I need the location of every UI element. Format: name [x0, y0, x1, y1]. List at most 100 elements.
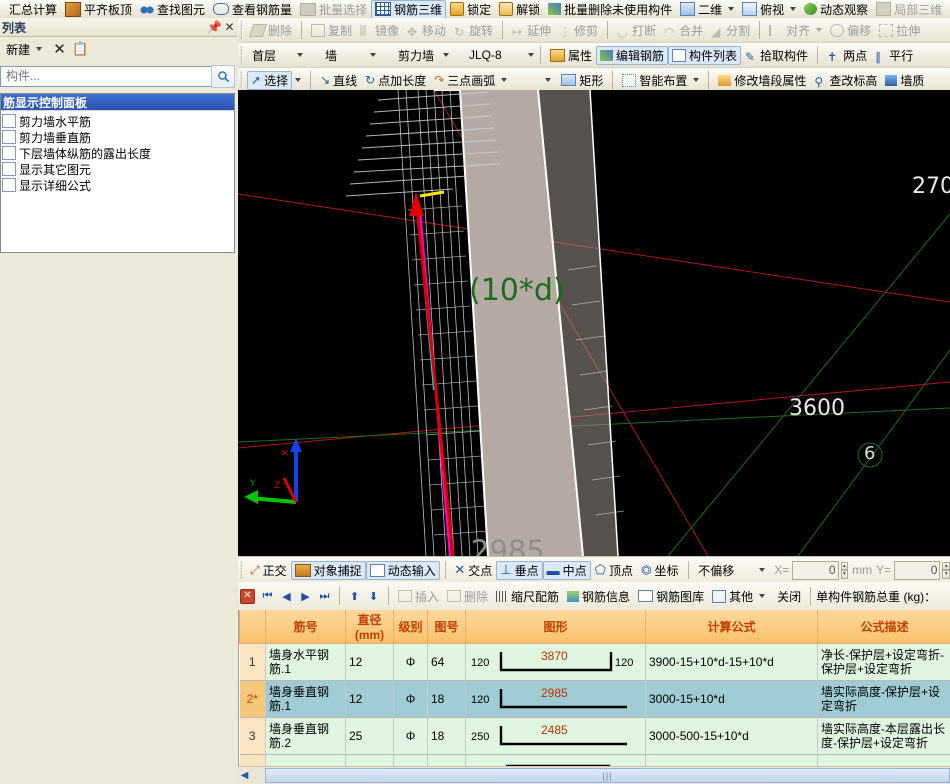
snap-ortho[interactable]: ⤢ 正交	[246, 561, 291, 580]
row-grade[interactable]: Φ	[394, 644, 428, 681]
edit-wall-segment-button[interactable]: 修改墙段属性	[714, 71, 810, 90]
col-header-formula[interactable]: 计算公式	[646, 610, 818, 644]
menu-item-0[interactable]: 汇总计算	[0, 0, 61, 18]
row-description[interactable]: 净长-保护层+设定弯折-保护层+设定弯折	[818, 644, 950, 681]
snap-intersection[interactable]: ✕ 交点	[450, 561, 496, 580]
x-spinner[interactable]: ▲▼	[841, 562, 849, 579]
col-header-rebar-no[interactable]: 筋号	[266, 610, 346, 644]
row-grade[interactable]: Φ	[394, 718, 428, 755]
category-selector[interactable]: 墙	[320, 45, 377, 65]
col-header-shape[interactable]: 图形	[466, 610, 646, 644]
toolbar-grip[interactable]	[240, 71, 243, 89]
last-record-button[interactable]: ⏭	[315, 587, 334, 605]
row-rebar-name[interactable]: 墙身垂直钢筋.2	[266, 718, 346, 755]
row-shape-no[interactable]: 18	[428, 681, 466, 718]
snap-settings-bar[interactable]: ⤢ 正交 对象捕捉 动态输入 ✕ 交点 ⊥ 垂点 ▬ 中点 ⬠ 顶点 ⏣ 坐标 …	[238, 556, 950, 583]
move-down-button[interactable]: ⬇	[364, 587, 383, 605]
tool-merge[interactable]: ◠ 合并	[660, 21, 707, 40]
menu-item-2d[interactable]: 二维	[676, 0, 738, 18]
row-shape-no[interactable]: 64	[428, 644, 466, 681]
rebar-edit-toolbar[interactable]: ✕ ⏮ ◀ ▶ ⏭ ⬆ ⬇ 插入 删除 缩尺配筋 钢筋信息 钢筋图库 其他 关闭…	[238, 582, 950, 611]
menu-item-rebar-3d[interactable]: 钢筋三维	[371, 0, 446, 18]
check-elevation-button[interactable]: ⚲ 查改标高	[810, 71, 881, 90]
row-rebar-name[interactable]: 墙身垂直钢筋.1	[266, 681, 346, 718]
rebar-3d-viewport[interactable]: × Z Y (10*d) 2985 墙实际高度-保护层+设定弯折 3000-15…	[238, 90, 950, 556]
row-rebar-name[interactable]: 墙身水平钢筋.1	[266, 644, 346, 681]
chevron-down-icon[interactable]	[501, 78, 507, 82]
checkbox-icon[interactable]	[2, 114, 16, 128]
row-shape-no[interactable]: 18	[428, 718, 466, 755]
toolbar-grip[interactable]	[240, 561, 242, 579]
menu-item-4[interactable]: 批量选择	[296, 0, 371, 18]
chevron-down-icon[interactable]	[545, 78, 551, 82]
panel-option-4[interactable]: 显示详细公式	[2, 177, 234, 193]
chevron-down-icon[interactable]	[36, 47, 42, 51]
next-record-button[interactable]: ▶	[296, 587, 315, 605]
rebar-library-button[interactable]: 钢筋图库	[634, 587, 708, 606]
snap-vertex[interactable]: ⬠ 顶点	[591, 561, 637, 580]
parallel-button[interactable]: ∥ 平行	[871, 46, 917, 65]
row-formula[interactable]: 3900-15+10*d-15+10*d	[646, 644, 818, 681]
row-description[interactable]: 墙实际高度-本层露出长度-保护层+设定弯折	[818, 718, 950, 755]
row-shape[interactable]: 250 2485	[466, 718, 646, 755]
offset-mode-selector[interactable]: 不偏移	[693, 560, 766, 580]
delete-x-icon[interactable]: ✕	[52, 42, 67, 57]
tool-delete[interactable]: 删除	[247, 21, 296, 40]
tool-split[interactable]: ◢ 分割	[707, 21, 754, 40]
search-input[interactable]	[4, 68, 211, 84]
pin-icon[interactable]: 📌	[207, 20, 222, 35]
menu-item-local3d[interactable]: 局部三维	[872, 0, 946, 18]
table-row[interactable]: 2* 墙身垂直钢筋.1 12 Φ 18 120 2985 3000-15+10*…	[240, 681, 950, 718]
table-row[interactable]: 1 墙身水平钢筋.1 12 Φ 64 120 3870 120 3900-15+…	[240, 644, 950, 681]
edit-toolbar[interactable]: 删除 复制 镜像 ✥ 移动 ↻ 旋转 ↦ 延伸 ⋮ 修剪 ◡	[238, 18, 950, 43]
draw-toolbar[interactable]: ➚ 选择 ↘ 直线 ↻ 点加长度 ↷ 三点画弧 矩形 智能布置	[238, 68, 950, 92]
row-shape[interactable]: 120 3870 120	[466, 644, 646, 681]
point-length-button[interactable]: ↻ 点加长度	[361, 71, 430, 90]
snap-perpendicular[interactable]: ⊥ 垂点	[496, 561, 542, 580]
checkbox-icon[interactable]	[2, 178, 16, 192]
insert-row-button[interactable]: 插入	[394, 587, 443, 606]
checkbox-icon[interactable]	[2, 130, 16, 144]
chevron-down-icon[interactable]	[297, 53, 303, 57]
menu-item-3[interactable]: 查看钢筋量	[209, 0, 296, 18]
search-button[interactable]	[211, 65, 235, 88]
row-diameter[interactable]: 25	[346, 718, 394, 755]
chevron-down-icon[interactable]	[759, 568, 765, 572]
panel-option-0[interactable]: 剪力墙水平筋	[2, 113, 234, 129]
row-description[interactable]: 墙实际高度-保护层+设定弯折	[818, 681, 950, 718]
toolbar-grip[interactable]	[240, 21, 243, 39]
chevron-down-icon[interactable]	[443, 53, 449, 57]
rectangle-tool-button[interactable]: 矩形	[557, 71, 607, 90]
menu-item-lock[interactable]: 锁定	[446, 0, 495, 18]
properties-button[interactable]: 属性	[546, 46, 596, 65]
rebar-info-button[interactable]: 钢筋信息	[563, 587, 634, 606]
member-selector[interactable]: JLQ-8	[464, 45, 535, 65]
scroll-left-button[interactable]: ◀	[238, 768, 251, 783]
chevron-down-icon[interactable]	[370, 53, 376, 57]
row-shape[interactable]: 120 2985	[466, 681, 646, 718]
x-input[interactable]: 0	[792, 561, 838, 580]
member-nav-toolbar[interactable]: 首层 墙 剪力墙 JLQ-8 属性 编辑钢筋 构件列表 ✎	[238, 43, 950, 68]
chevron-down-icon[interactable]	[790, 7, 796, 11]
tool-break[interactable]: ◡ 打断	[613, 21, 660, 40]
edit-rebar-button[interactable]: 编辑钢筋	[596, 46, 668, 65]
new-component-button[interactable]: 新建	[2, 40, 46, 59]
tool-stretch[interactable]: 拉伸	[875, 21, 924, 40]
chevron-down-icon[interactable]	[295, 78, 301, 82]
panel-option-3[interactable]: 显示其它图元	[2, 161, 234, 177]
chevron-down-icon[interactable]	[728, 7, 734, 11]
scale-rebar-button[interactable]: 缩尺配筋	[492, 587, 563, 606]
tool-rotate[interactable]: ↻ 旋转	[450, 21, 497, 40]
close-icon[interactable]: ✕	[240, 589, 255, 604]
tool-copy[interactable]: 复制	[307, 21, 356, 40]
snap-coordinate[interactable]: ⏣ 坐标	[637, 561, 683, 580]
menu-item-batch-delete[interactable]: 批量删除未使用构件	[544, 0, 676, 18]
line-tool-button[interactable]: ↘ 直线	[316, 71, 361, 90]
menu-item-2[interactable]: 查找图元	[136, 0, 209, 18]
menu-item-orbit[interactable]: 动态观察	[800, 0, 872, 18]
checkbox-icon[interactable]	[2, 146, 16, 160]
two-point-button[interactable]: ✝ 两点	[823, 46, 871, 65]
snap-dyn-input[interactable]: 动态输入	[366, 561, 440, 580]
three-point-arc-button[interactable]: ↷ 三点画弧	[430, 71, 511, 90]
table-horizontal-scrollbar[interactable]: ◀ |||	[238, 766, 950, 784]
